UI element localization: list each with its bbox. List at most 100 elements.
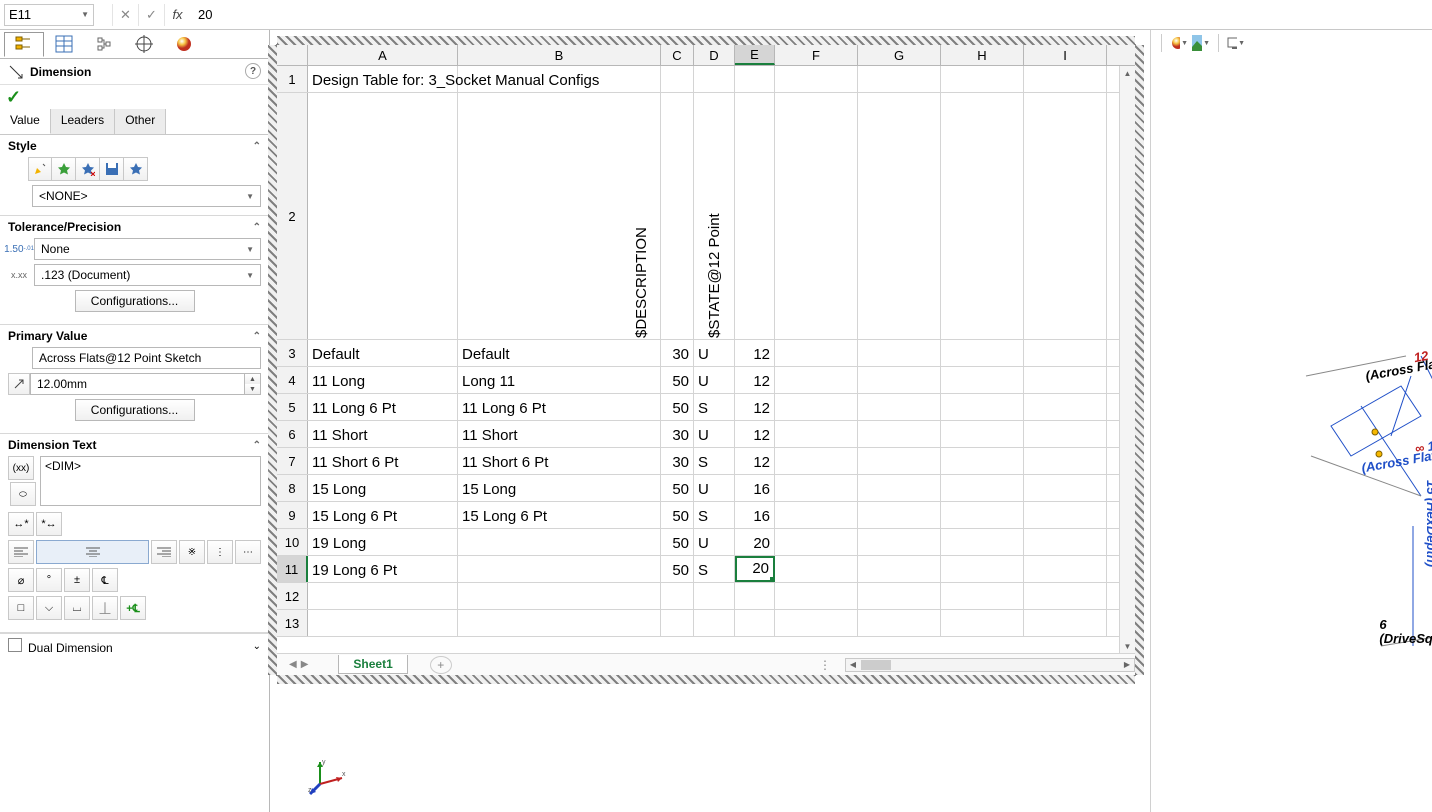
cell[interactable]: 15 Long bbox=[458, 475, 661, 501]
cell[interactable] bbox=[1024, 394, 1107, 420]
sym2-button[interactable]: ⋮ bbox=[207, 540, 233, 564]
cell[interactable] bbox=[941, 93, 1024, 339]
cell[interactable] bbox=[458, 66, 661, 92]
display-manager-tab[interactable] bbox=[164, 32, 204, 57]
cell[interactable] bbox=[1024, 556, 1107, 582]
collapse-chevron-icon[interactable]: ⌃ bbox=[253, 331, 261, 342]
cell[interactable]: 16 bbox=[735, 475, 775, 501]
cell[interactable] bbox=[308, 610, 458, 636]
cell[interactable] bbox=[775, 529, 858, 555]
more-symbols-button[interactable]: +℄ bbox=[120, 596, 146, 620]
insert-function-button[interactable]: fx bbox=[164, 4, 190, 26]
cell[interactable]: 50 bbox=[661, 475, 694, 501]
name-box-chevron-icon[interactable]: ▼ bbox=[81, 10, 89, 19]
configuration-manager-tab[interactable] bbox=[84, 32, 124, 57]
cell[interactable] bbox=[858, 502, 941, 528]
scroll-left-icon[interactable]: ◀ bbox=[846, 659, 860, 671]
primary-configs-button[interactable]: Configurations... bbox=[75, 399, 195, 421]
cell[interactable] bbox=[858, 448, 941, 474]
cell[interactable] bbox=[941, 610, 1024, 636]
cell[interactable]: 50 bbox=[661, 502, 694, 528]
graphics-viewport[interactable]: ▼ ▼ ▼ bbox=[1150, 30, 1432, 812]
row-header[interactable]: 2 bbox=[277, 93, 308, 339]
cell[interactable] bbox=[1024, 93, 1107, 339]
cell[interactable] bbox=[858, 66, 941, 92]
col-header-F[interactable]: F bbox=[775, 45, 858, 65]
cell[interactable]: 11 Short bbox=[458, 421, 661, 447]
sheet-tab[interactable]: Sheet1 bbox=[338, 655, 407, 674]
help-button[interactable]: ? bbox=[245, 63, 261, 79]
spin-down-icon[interactable]: ▼ bbox=[245, 384, 260, 394]
cell[interactable]: S bbox=[694, 502, 735, 528]
cell[interactable] bbox=[1024, 421, 1107, 447]
link-value-icon[interactable] bbox=[8, 373, 30, 395]
row-header[interactable]: 11 bbox=[277, 556, 308, 582]
cell[interactable] bbox=[458, 529, 661, 555]
cell[interactable] bbox=[1024, 529, 1107, 555]
cell[interactable] bbox=[775, 502, 858, 528]
appearance-dropdown[interactable]: ▼ bbox=[1170, 34, 1188, 52]
cell[interactable] bbox=[941, 475, 1024, 501]
cell[interactable]: 12 bbox=[735, 367, 775, 393]
collapse-chevron-icon[interactable]: ⌃ bbox=[253, 440, 261, 451]
scroll-up-icon[interactable]: ▲ bbox=[1120, 66, 1135, 80]
display-state-dropdown[interactable]: ▼ bbox=[1227, 34, 1245, 52]
plusminus-button[interactable]: ± bbox=[64, 568, 90, 592]
justify-center-button[interactable] bbox=[36, 540, 149, 564]
cell[interactable]: Across Flats@12 Point Sketch bbox=[735, 93, 775, 339]
precision-select[interactable]: .123 (Document)▼ bbox=[34, 264, 261, 286]
cell[interactable]: CylinderDepth@Cylinder bbox=[661, 93, 694, 339]
cell[interactable] bbox=[775, 66, 858, 92]
cell[interactable] bbox=[858, 475, 941, 501]
cell[interactable] bbox=[735, 583, 775, 609]
cell[interactable]: 12 bbox=[735, 421, 775, 447]
style-add-button[interactable] bbox=[52, 157, 76, 181]
cell[interactable] bbox=[941, 529, 1024, 555]
row-header[interactable]: 8 bbox=[277, 475, 308, 501]
cell[interactable]: 11 Long 6 Pt bbox=[458, 394, 661, 420]
cell[interactable] bbox=[941, 556, 1024, 582]
cell[interactable]: 30 bbox=[661, 340, 694, 366]
row-header[interactable]: 1 bbox=[277, 66, 308, 92]
tab-other[interactable]: Other bbox=[115, 109, 166, 134]
cell[interactable]: Design Table for: 3_Socket Manual Config… bbox=[308, 66, 458, 92]
cell[interactable] bbox=[941, 421, 1024, 447]
cell[interactable]: 50 bbox=[661, 556, 694, 582]
cell[interactable] bbox=[1024, 475, 1107, 501]
cell[interactable] bbox=[775, 367, 858, 393]
cell[interactable] bbox=[775, 93, 858, 339]
cell[interactable] bbox=[735, 66, 775, 92]
cell[interactable]: $DESCRIPTION bbox=[458, 93, 661, 339]
col-header-C[interactable]: C bbox=[661, 45, 694, 65]
cell[interactable] bbox=[661, 66, 694, 92]
select-all-corner[interactable] bbox=[277, 45, 308, 65]
formula-cancel-button[interactable]: ✕ bbox=[112, 4, 138, 26]
cell[interactable]: 19 Long 6 Pt bbox=[308, 556, 458, 582]
cell[interactable] bbox=[858, 394, 941, 420]
cell[interactable] bbox=[458, 610, 661, 636]
ok-checkmark-icon[interactable]: ✓ bbox=[6, 87, 21, 108]
cell[interactable]: 11 Short 6 Pt bbox=[308, 448, 458, 474]
row-header[interactable]: 4 bbox=[277, 367, 308, 393]
cell[interactable] bbox=[941, 340, 1024, 366]
tab-leaders[interactable]: Leaders bbox=[51, 109, 115, 134]
tab-split-handle[interactable]: ⋮ bbox=[819, 658, 831, 672]
cell[interactable]: U bbox=[694, 367, 735, 393]
expand-chevron-icon[interactable]: ⌄ bbox=[253, 641, 261, 652]
property-manager-tab[interactable] bbox=[44, 32, 84, 57]
cell[interactable]: $STATE@12 Point bbox=[694, 93, 735, 339]
feature-manager-tab[interactable] bbox=[4, 32, 44, 57]
degree-button[interactable]: ° bbox=[36, 568, 62, 592]
row-header[interactable]: 10 bbox=[277, 529, 308, 555]
cell[interactable] bbox=[1024, 66, 1107, 92]
sym1-button[interactable]: ※ bbox=[179, 540, 205, 564]
cell[interactable]: 15 Long 6 Pt bbox=[458, 502, 661, 528]
square-button[interactable]: □ bbox=[8, 596, 34, 620]
cell[interactable] bbox=[858, 421, 941, 447]
row-header[interactable]: 7 bbox=[277, 448, 308, 474]
text-right-button[interactable]: *↔ bbox=[36, 512, 62, 536]
cell[interactable] bbox=[775, 421, 858, 447]
cell[interactable] bbox=[941, 66, 1024, 92]
cell[interactable]: 11 Short 6 Pt bbox=[458, 448, 661, 474]
cell[interactable] bbox=[775, 340, 858, 366]
